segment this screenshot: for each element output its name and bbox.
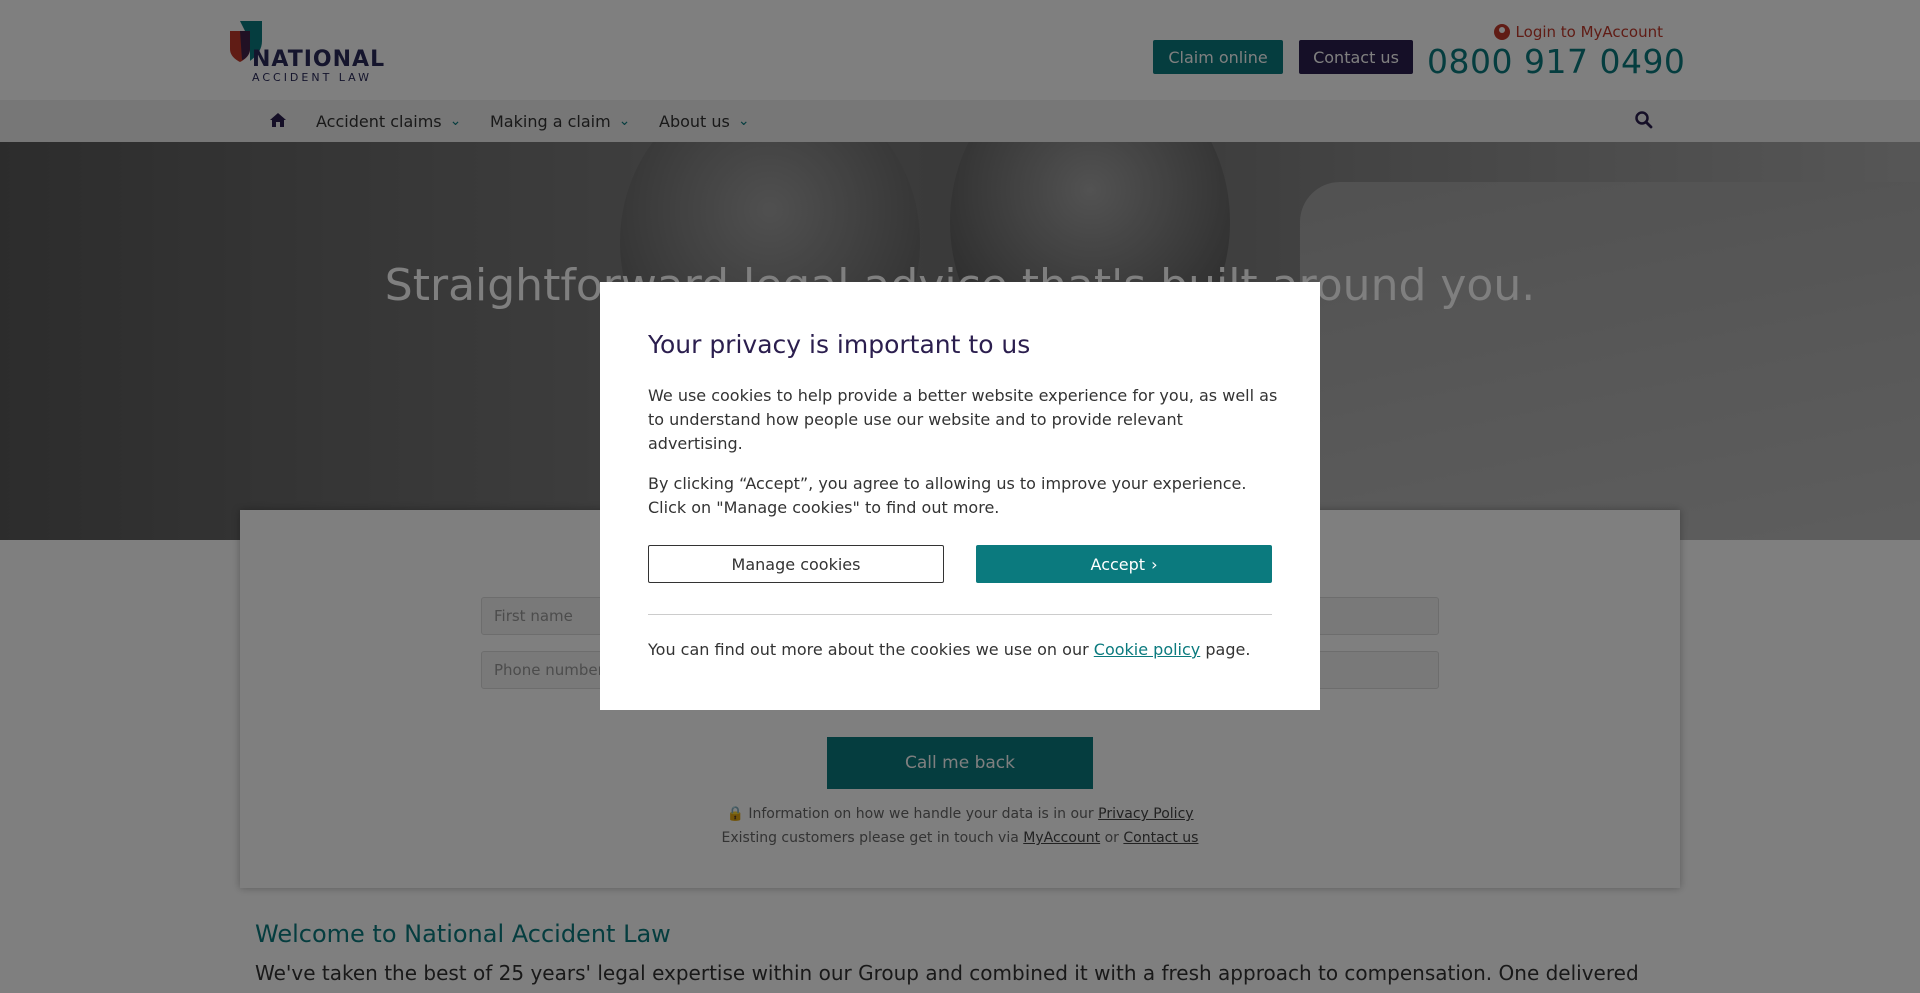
manage-cookies-button[interactable]: Manage cookies [648, 545, 944, 583]
divider [648, 614, 1272, 615]
cookie-policy-link[interactable]: Cookie policy [1094, 640, 1201, 659]
modal-title: Your privacy is important to us [648, 330, 1031, 359]
accept-button[interactable]: Accept › [976, 545, 1272, 583]
cookie-consent-modal: Your privacy is important to us We use c… [600, 282, 1320, 710]
cookie-policy-note: You can find out more about the cookies … [648, 640, 1250, 659]
chevron-right-icon: › [1151, 554, 1158, 574]
modal-paragraph: We use cookies to help provide a better … [648, 386, 1278, 453]
modal-paragraph: By clicking “Accept”, you agree to allow… [648, 474, 1247, 517]
footer-prefix: You can find out more about the cookies … [648, 640, 1089, 659]
footer-suffix: page. [1205, 640, 1251, 659]
accept-label: Accept [1090, 554, 1146, 574]
